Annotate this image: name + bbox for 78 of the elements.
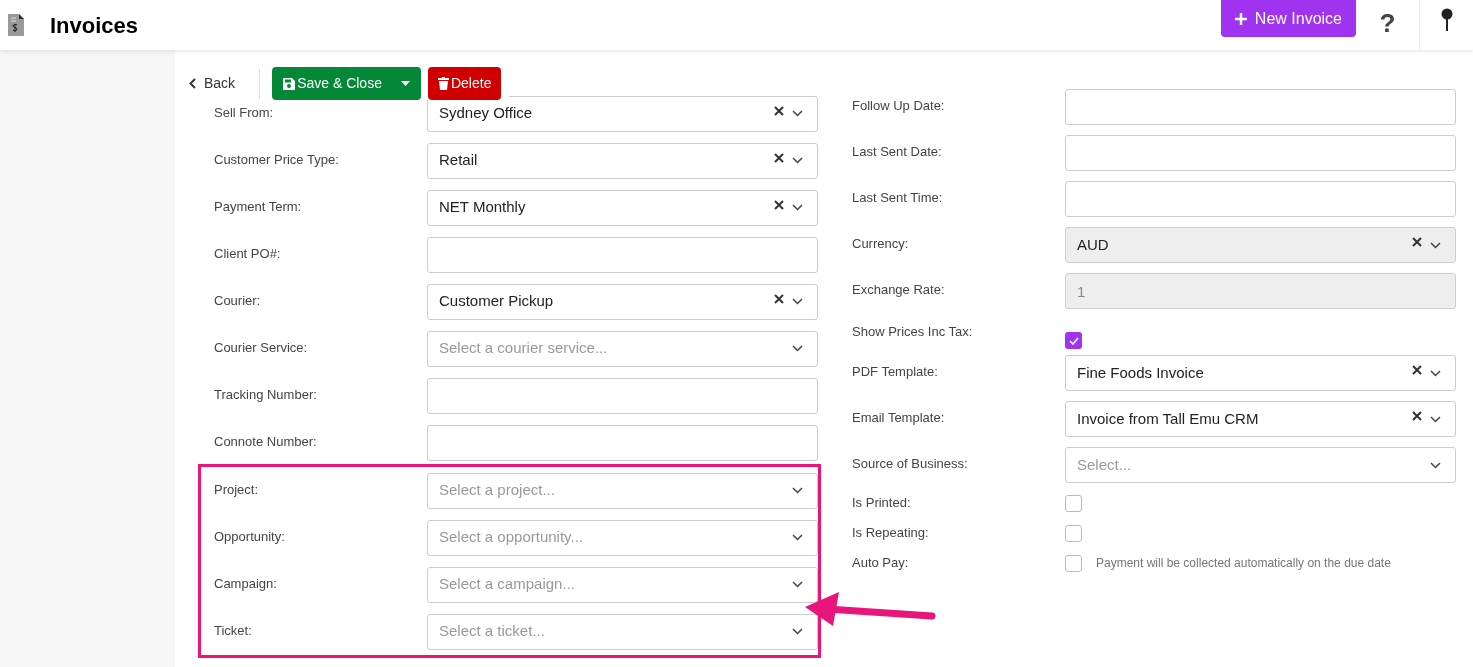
select-field[interactable]: Select a opportunity...	[427, 519, 818, 556]
select-field[interactable]: Sydney Office	[427, 95, 818, 132]
field-label: Last Sent Date:	[852, 143, 943, 162]
field-label: Source of Business:	[852, 455, 969, 474]
chevron-down-icon	[1430, 369, 1441, 377]
chevron-down-icon	[792, 345, 803, 352]
clear-icon[interactable]	[1412, 411, 1422, 421]
field-label: Currency:	[852, 235, 910, 254]
field-label: Follow Up Date:	[852, 97, 946, 116]
field-label: Opportunity:	[214, 527, 286, 546]
text-input[interactable]	[427, 236, 818, 273]
clear-icon[interactable]	[774, 105, 784, 116]
field-label: Courier:	[214, 291, 262, 310]
field-label: Sell From:	[214, 103, 275, 122]
chevron-down-icon	[792, 581, 803, 588]
clear-icon[interactable]	[774, 152, 784, 163]
chevron-down-icon	[1430, 241, 1441, 249]
chevron-down-icon	[792, 534, 803, 541]
select-field[interactable]: Fine Foods Invoice	[1065, 355, 1456, 391]
select-field[interactable]: Select...	[1065, 447, 1456, 483]
trash-icon	[437, 77, 449, 90]
field-label: Courier Service:	[214, 338, 309, 357]
field-label: Ticket:	[214, 621, 253, 640]
field-label: Tracking Number:	[214, 385, 318, 404]
page-title: Invoices	[50, 11, 139, 40]
chevron-down-icon	[792, 204, 803, 211]
select-field[interactable]: Invoice from Tall Emu CRM	[1065, 401, 1456, 437]
pin-icon[interactable]	[1440, 8, 1453, 32]
text-input[interactable]	[1065, 135, 1456, 171]
field-label: Project:	[214, 480, 260, 499]
plus-icon	[1234, 12, 1247, 25]
help-button[interactable]: ?	[1379, 4, 1396, 43]
chevron-down-icon	[1430, 415, 1441, 423]
select-field[interactable]: Customer Pickup	[427, 283, 818, 320]
chevron-down-icon	[792, 628, 803, 635]
select-field[interactable]: Select a campaign...	[427, 566, 818, 603]
back-button[interactable]: Back	[187, 67, 238, 100]
select-field[interactable]: Select a courier service...	[427, 330, 818, 367]
field-label: Is Repeating:	[852, 524, 930, 543]
field-label: Client PO#:	[214, 244, 282, 263]
new-invoice-button[interactable]: New Invoice	[1220, 0, 1356, 37]
checkbox-note: Payment will be collected automatically on the due date	[1096, 555, 1391, 572]
chevron-down-icon	[792, 298, 803, 305]
select-field[interactable]: Retail	[427, 142, 818, 179]
invoice-document-icon	[8, 14, 24, 36]
field-label: Campaign:	[214, 574, 278, 593]
field-label: PDF Template:	[852, 363, 939, 382]
field-label: Exchange Rate:	[852, 281, 946, 300]
field-label: Email Template:	[852, 409, 946, 428]
field-label: Auto Pay:	[852, 554, 910, 573]
chevron-down-icon	[792, 157, 803, 164]
clear-icon[interactable]	[774, 199, 784, 210]
checkbox[interactable]	[1065, 494, 1082, 512]
checkbox[interactable]	[1065, 332, 1082, 349]
field-label: Payment Term:	[214, 197, 303, 216]
text-input[interactable]	[1065, 181, 1456, 217]
chevron-left-icon	[189, 78, 196, 89]
field-label: Show Prices Inc Tax:	[852, 323, 974, 342]
field-label: Last Sent Time:	[852, 189, 944, 208]
field-label: Customer Price Type:	[214, 150, 340, 169]
field-label: Connote Number:	[214, 432, 318, 451]
clear-icon[interactable]	[774, 293, 784, 304]
select-field[interactable]: Select a project...	[427, 472, 818, 509]
text-input[interactable]	[427, 377, 818, 414]
checkmark-icon	[1068, 336, 1079, 345]
text-input[interactable]	[1065, 89, 1456, 125]
clear-icon[interactable]	[1412, 365, 1422, 375]
select-field[interactable]: Select a ticket...	[427, 613, 818, 650]
checkbox[interactable]	[1065, 554, 1082, 572]
field-label: Is Printed:	[852, 494, 912, 513]
chevron-down-icon	[1430, 461, 1441, 469]
chevron-down-icon	[792, 110, 803, 117]
delete-button[interactable]: Delete	[427, 67, 502, 100]
caret-down-icon	[400, 81, 410, 86]
chevron-down-icon	[792, 487, 803, 494]
text-input[interactable]	[427, 424, 818, 461]
select-field[interactable]: NET Monthly	[427, 189, 818, 226]
checkbox[interactable]	[1065, 524, 1082, 542]
